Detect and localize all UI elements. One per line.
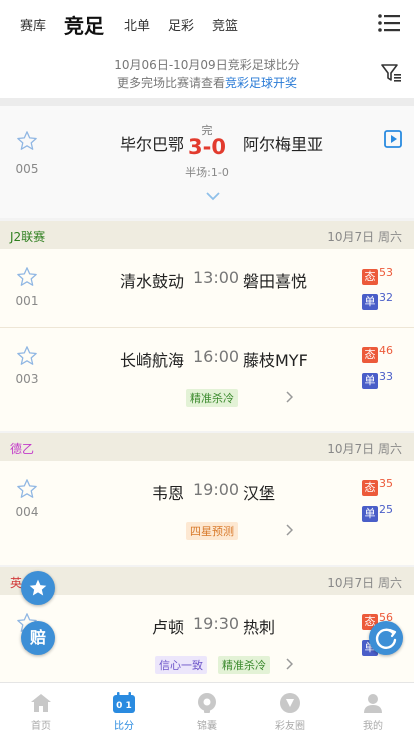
chevron-down-icon[interactable] [205,190,221,202]
star-icon[interactable] [16,478,38,500]
league-date: 10月7日 周六 [327,442,402,456]
tab-beidan[interactable]: 北单 [124,15,150,34]
svg-text:0 1: 0 1 [116,701,132,711]
star-icon[interactable] [16,345,38,367]
kickoff-time: 13:00 [193,268,240,287]
nav-label: 锦囊 [197,721,217,732]
tai-badge: 态 [362,347,378,363]
star-icon[interactable] [16,266,38,288]
menu-icon[interactable] [378,13,400,33]
league-name: 德乙 [10,442,35,456]
more-results-text: 更多完场比赛请查看竞彩足球开奖 [116,76,298,90]
bottom-navigation: 首页 0 1 比分 锦囊 彩友圈 我的 [0,682,414,736]
lottery-results-link[interactable]: 竞彩足球开奖 [225,76,297,90]
league-header-2bundesliga: 德乙 10月7日 周六 [0,433,414,461]
star-filled-icon [29,579,47,596]
final-score: 3-0 [188,135,226,159]
odds-fab[interactable]: 赔 [21,621,55,655]
nav-label: 我的 [363,721,383,732]
user-icon [364,694,382,713]
dan-badge: 单 [362,506,378,522]
away-team: 阿尔梅里亚 [243,135,324,154]
refresh-button[interactable] [369,621,403,655]
match-row[interactable]: 001 清水鼓动 13:00 磐田喜悦 态 53 单 32 [0,249,414,327]
favorites-fab[interactable] [21,571,55,605]
away-team: 热刺 [243,618,276,637]
match-number: 005 [15,162,39,176]
kickoff-time: 19:00 [193,480,240,499]
finished-match-row[interactable]: 005 毕尔巴鄂 完 3-0 阿尔梅里亚 半场:1-0 [0,106,414,218]
prediction-tag[interactable]: 四星预测 [186,522,238,540]
nav-scores[interactable]: 0 1 比分 [83,683,165,736]
match-number: 004 [15,505,39,519]
separator [0,98,414,106]
home-team: 卢顿 [151,618,184,637]
filter-icon[interactable] [380,62,402,84]
league-date: 10月7日 周六 [327,576,402,590]
chevron-right-icon[interactable] [285,658,293,670]
kickoff-time: 19:30 [193,614,240,633]
chevron-right-icon[interactable] [285,524,293,536]
refresh-icon [375,628,397,649]
match-row[interactable]: 004 韦恩 19:00 汉堡 态 35 单 25 四星预测 [0,461,414,565]
kickoff-time: 16:00 [193,347,240,366]
tips-bag-icon [198,693,216,713]
dan-badge: 单 [362,373,378,389]
away-team: 藤枝MYF [243,351,308,370]
nav-home[interactable]: 首页 [0,683,82,736]
home-icon [31,694,51,712]
home-team: 长崎航海 [119,351,184,370]
nav-label: 首页 [31,721,51,732]
match-row[interactable]: 0 卢顿 19:30 热刺 态 56 单 信心一致 精准杀冷 [0,595,414,682]
dan-badge: 单 [362,294,378,310]
nav-label: 比分 [114,721,134,732]
tab-jinglan[interactable]: 竞篮 [212,15,238,34]
tab-jingzu[interactable]: 竞足 [64,10,104,39]
date-range-text: 10月06日-10月09日竞彩足球比分 [114,58,300,72]
away-team: 磐田喜悦 [243,272,308,291]
prediction-tag[interactable]: 精准杀冷 [218,656,270,674]
match-number: 001 [15,294,39,308]
tab-zucai[interactable]: 足彩 [168,15,194,34]
nav-profile[interactable]: 我的 [332,683,414,736]
dan-value: 33 [379,370,393,383]
league-date: 10月7日 周六 [327,230,402,244]
star-icon[interactable] [16,130,38,152]
tab-saiku[interactable]: 赛库 [20,15,46,34]
match-number: 003 [15,372,39,386]
video-play-icon[interactable] [384,130,402,148]
league-header-j2: J2联赛 10月7日 周六 [0,221,414,249]
nav-community[interactable]: 彩友圈 [249,683,331,736]
app: 赛库 竞足 北单 足彩 竞篮 10月06日-10月09日竞彩足球比分 更多完场比… [0,0,414,736]
home-team: 清水鼓动 [119,272,184,291]
community-icon [280,693,300,713]
tai-value: 53 [379,266,393,279]
tai-value: 46 [379,344,393,357]
dan-value: 25 [379,503,393,516]
home-team: 韦恩 [151,484,184,503]
half-time-score: 半场:1-0 [185,166,229,179]
nav-tips[interactable]: 锦囊 [166,683,248,736]
tai-value: 35 [379,477,393,490]
tai-badge: 态 [362,480,378,496]
away-team: 汉堡 [243,484,276,503]
league-name: J2联赛 [10,230,46,244]
scoreboard-icon: 0 1 [113,692,135,713]
tai-badge: 态 [362,269,378,285]
top-navigation: 赛库 竞足 北单 足彩 竞篮 [0,0,414,48]
league-header-england: 英 10月7日 周六 [0,567,414,595]
prediction-tag[interactable]: 信心一致 [155,656,207,674]
match-row[interactable]: 003 长崎航海 16:00 藤枝MYF 态 46 单 33 精准杀冷 [0,328,414,431]
nav-label: 彩友圈 [275,721,305,732]
home-team: 毕尔巴鄂 [119,135,184,154]
chevron-right-icon[interactable] [285,391,293,403]
date-range-notice: 10月06日-10月09日竞彩足球比分 更多完场比赛请查看竞彩足球开奖 [0,48,414,98]
prediction-tag[interactable]: 精准杀冷 [186,389,238,407]
dan-value: 32 [379,291,393,304]
